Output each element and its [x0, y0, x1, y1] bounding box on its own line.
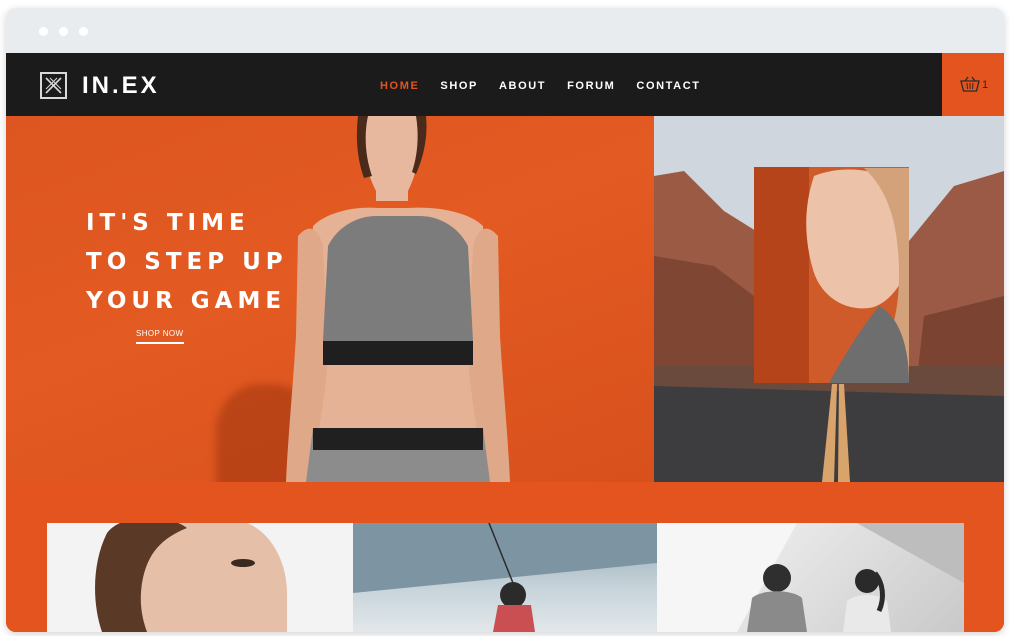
main-nav: HOME SHOP ABOUT FORUM CONTACT — [380, 80, 701, 92]
window-maximize-dot[interactable] — [79, 27, 88, 36]
browser-window: IN.EX HOME SHOP ABOUT FORUM CONTACT 1 IT… — [6, 8, 1004, 632]
hero-headline: IT'S TIME TO STEP UP YOUR GAME — [86, 204, 288, 321]
cart-button[interactable]: 1 — [942, 53, 1004, 116]
couple-photo — [657, 523, 964, 632]
cart-count: 1 — [982, 79, 989, 91]
hero-headline-line-3: YOUR GAME — [86, 288, 287, 314]
nav-about[interactable]: ABOUT — [499, 80, 546, 92]
x-monogram-icon[interactable] — [40, 72, 67, 99]
desert-road-photo — [654, 116, 1004, 482]
nav-shop[interactable]: SHOP — [440, 80, 478, 92]
window-close-dot[interactable] — [39, 27, 48, 36]
feature-card-portrait[interactable] — [47, 523, 353, 632]
site-header: IN.EX HOME SHOP ABOUT FORUM CONTACT 1 — [6, 53, 1004, 116]
website: IN.EX HOME SHOP ABOUT FORUM CONTACT 1 IT… — [6, 53, 1004, 632]
hero-banner: IT'S TIME TO STEP UP YOUR GAME SHOP NOW — [6, 116, 654, 482]
hero-side-image — [654, 116, 1004, 482]
athlete-photo — [353, 523, 657, 632]
shop-now-link[interactable]: SHOP NOW — [136, 329, 184, 344]
nav-forum[interactable]: FORUM — [567, 80, 615, 92]
basket-icon — [960, 76, 980, 92]
portrait-photo — [47, 523, 353, 632]
feature-card-couple[interactable] — [657, 523, 964, 632]
feature-card-athlete[interactable] — [353, 523, 657, 632]
nav-contact[interactable]: CONTACT — [636, 80, 700, 92]
hero-headline-line-2: TO STEP UP — [86, 249, 288, 275]
hero-headline-line-1: IT'S TIME — [86, 210, 250, 236]
hero-model-image — [286, 116, 510, 482]
window-minimize-dot[interactable] — [59, 27, 68, 36]
window-titlebar — [6, 8, 1004, 52]
nav-home[interactable]: HOME — [380, 80, 419, 92]
brand-logo[interactable]: IN.EX — [82, 72, 160, 100]
